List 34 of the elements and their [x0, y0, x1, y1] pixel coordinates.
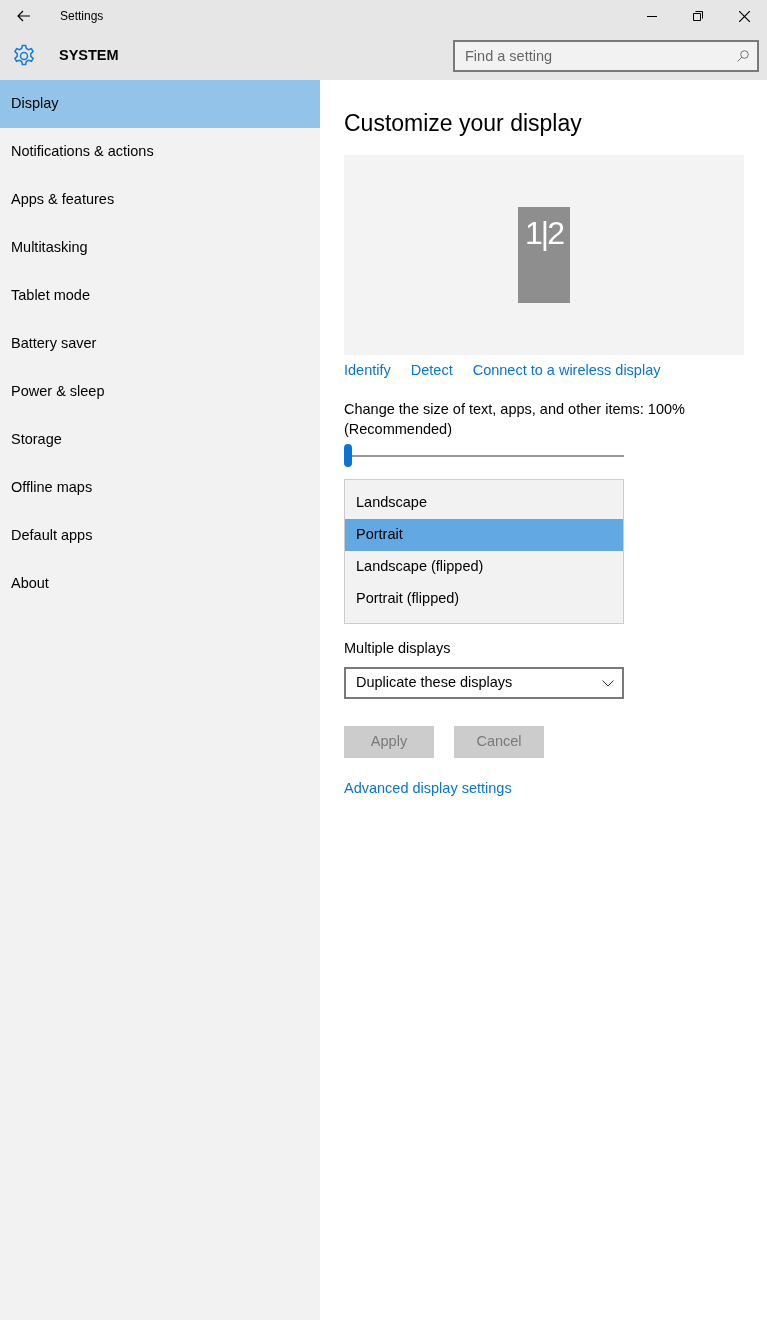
back-icon[interactable] [17, 10, 31, 22]
dropdown-option[interactable]: Landscape (flipped) [345, 551, 623, 584]
search-icon[interactable] [737, 50, 749, 62]
close-icon[interactable] [738, 10, 750, 22]
window-title: Settings [60, 8, 104, 25]
multiple-displays-label: Multiple displays [344, 639, 452, 659]
slider-thumb[interactable] [344, 444, 352, 468]
minimize-icon[interactable] [647, 15, 657, 17]
sidebar-item[interactable]: Battery saver [0, 320, 320, 368]
dropdown-option[interactable]: Portrait [345, 519, 623, 552]
sidebar-item[interactable]: Storage [0, 416, 320, 464]
sidebar-item[interactable]: Power & sleep [0, 368, 320, 416]
action-link[interactable]: Connect to a wireless display [472, 359, 661, 382]
sidebar-item[interactable]: About [0, 560, 320, 608]
sidebar-item[interactable]: Notifications & actions [0, 128, 320, 176]
restore-icon[interactable] [693, 11, 703, 21]
sidebar-item[interactable]: Tablet mode [0, 272, 320, 320]
sidebar-item[interactable]: Apps & features [0, 176, 320, 224]
sidebar-item[interactable]: Display [0, 80, 320, 128]
action-link[interactable]: Detect [410, 359, 453, 382]
advanced-settings-link[interactable]: Advanced display settings [344, 778, 512, 800]
dropdown-option[interactable]: Portrait (flipped) [345, 583, 623, 616]
dropdown-option[interactable]: Landscape [345, 487, 623, 520]
sidebar-item[interactable]: Default apps [0, 512, 320, 560]
sidebar-item[interactable]: Multitasking [0, 224, 320, 272]
page-heading: Customize your display [344, 109, 583, 138]
search-field[interactable]: Find a setting [453, 40, 759, 72]
chevron-down-icon [602, 679, 614, 687]
multiple-displays-dropdown[interactable]: Duplicate these displays [344, 667, 624, 699]
scale-label: Change the size of text, apps, and other items: 100% (Recommended) [344, 400, 686, 440]
section-title: SYSTEM [59, 46, 119, 66]
sidebar-item[interactable]: Offline maps [0, 464, 320, 512]
action-link[interactable]: Identify [344, 359, 391, 382]
gear-icon [12, 44, 36, 68]
